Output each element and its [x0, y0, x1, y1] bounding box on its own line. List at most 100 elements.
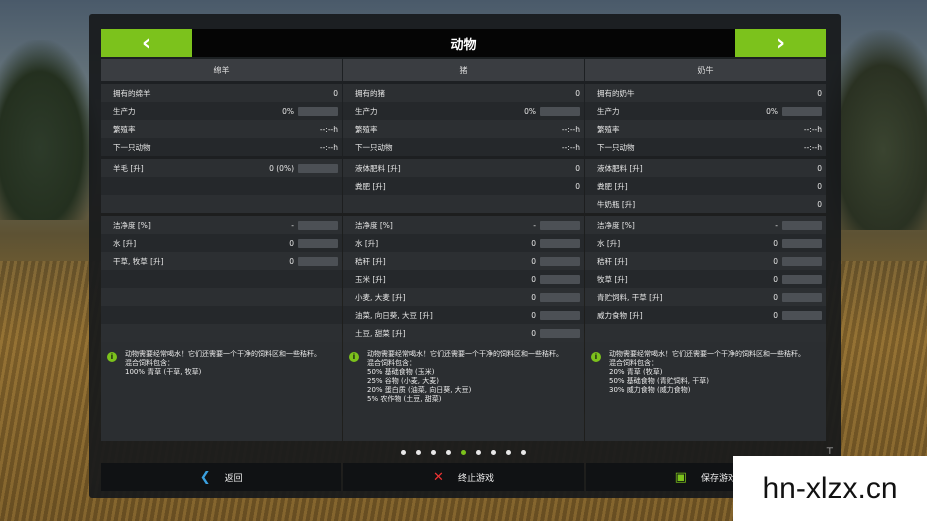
stat-value: 0 [773, 274, 778, 284]
stat-value: - [291, 220, 294, 230]
stat-label: 玉米 [升] [355, 274, 386, 284]
level-bar [540, 292, 580, 302]
stat-value: 0 [289, 256, 294, 266]
stat-row: 生产力 0% [101, 102, 342, 120]
feed-info-text: 动物需要经常喝水！它们还需要一个干净的饲料区和一些秸秆。 混合饲料包含： 100… [125, 350, 321, 376]
stat-label: 下一只动物 [597, 142, 635, 152]
stats-block: 拥有的绵羊 0 生产力 0% 繁殖率 --:--h 下一只动物 --:--h [101, 84, 342, 156]
stat-row: 粪肥 [升] 0 [585, 177, 826, 195]
level-bar [540, 106, 580, 116]
empty-row [343, 195, 584, 213]
stat-value: 0% [282, 106, 294, 116]
level-bar [782, 292, 822, 302]
empty-row [585, 324, 826, 342]
background-trees-left [0, 40, 100, 220]
stat-row: 玉米 [升] 0 [343, 270, 584, 288]
level-bar [298, 106, 338, 116]
stat-row: 下一只动物 --:--h [101, 138, 342, 156]
page-dot[interactable] [461, 449, 466, 455]
animal-column: 猪拥有的猪 0 生产力 0% 繁殖率 --:--h 下一只动物 --:--h 液体肥料 [升] 0… [343, 59, 584, 441]
stat-row: 繁殖率 --:--h [343, 120, 584, 138]
stat-value: 0 [531, 310, 536, 320]
feed-info-text: 动物需要经常喝水！它们还需要一个干净的饲料区和一些秸秆。 混合饲料包含： 20%… [609, 350, 805, 394]
page-dot[interactable] [401, 449, 406, 455]
stat-label: 生产力 [113, 106, 136, 116]
stat-row: 液体肥料 [升] 0 [585, 159, 826, 177]
stat-row: 拥有的猪 0 [343, 84, 584, 102]
level-bar [540, 274, 580, 284]
info-icon: i [107, 352, 117, 362]
level-bar [782, 310, 822, 320]
quit-game-button[interactable]: ✕ 终止游戏 [343, 463, 584, 491]
page-dot[interactable] [491, 449, 496, 455]
stat-value: 0 (0%) [269, 163, 294, 173]
stat-value: 0 [575, 88, 580, 98]
stat-value: 0% [524, 106, 536, 116]
prev-page-button[interactable]: ‹ [101, 29, 192, 57]
stat-label: 威力食物 [升] [597, 310, 643, 320]
stat-label: 粪肥 [升] [355, 181, 386, 191]
stat-label: 拥有的奶牛 [597, 88, 635, 98]
stat-value: 0 [531, 292, 536, 302]
page-dot[interactable] [416, 449, 421, 455]
level-bar [540, 328, 580, 338]
page-title: 动物 [450, 37, 477, 53]
stat-value: - [775, 220, 778, 230]
page-indicator [101, 445, 826, 459]
stat-label: 洁净度 [%] [355, 220, 393, 230]
stat-row: 小麦, 大麦 [升] 0 [343, 288, 584, 306]
stat-label: 洁净度 [%] [113, 220, 151, 230]
level-bar [540, 310, 580, 320]
empty-row [101, 195, 342, 213]
header-bar: ‹ 动物 › [101, 29, 826, 57]
stat-label: 干草, 牧草 [升] [113, 256, 164, 266]
stat-row: 繁殖率 --:--h [101, 120, 342, 138]
feed-info-box: i 动物需要经常喝水！它们还需要一个干净的饲料区和一些秸秆。 混合饲料包含： 10… [101, 342, 342, 441]
products-block: 液体肥料 [升] 0 粪肥 [升] 0 [343, 159, 584, 213]
stat-label: 下一只动物 [113, 142, 151, 152]
stat-label: 洁净度 [%] [597, 220, 635, 230]
back-button[interactable]: ❮ 返回 [101, 463, 342, 491]
info-icon: i [349, 352, 359, 362]
page-dot[interactable] [521, 449, 526, 455]
stat-value: 0 [531, 328, 536, 338]
feed-info-box: i 动物需要经常喝水！它们还需要一个干净的饲料区和一些秸秆。 混合饲料包含： 50… [343, 342, 584, 441]
quit-label: 终止游戏 [457, 473, 494, 484]
stat-row: 洁净度 [%] - [101, 216, 342, 234]
stat-value: 0 [817, 199, 822, 209]
stat-label: 秸秆 [升] [355, 256, 386, 266]
level-bar [298, 220, 338, 230]
stat-row: 羊毛 [升] 0 (0%) [101, 159, 342, 177]
inputs-block: 洁净度 [%] - 水 [升] 0 秸秆 [升] 0 牧草 [升] 0 青贮饲料, 干草 [升]… [585, 216, 826, 342]
level-bar [298, 256, 338, 266]
products-block: 羊毛 [升] 0 (0%) [101, 159, 342, 213]
stat-label: 牧草 [升] [597, 274, 628, 284]
page-dot[interactable] [506, 449, 511, 455]
next-page-button[interactable]: › [735, 29, 826, 57]
stat-row: 秸秆 [升] 0 [343, 252, 584, 270]
stat-label: 粪肥 [升] [597, 181, 628, 191]
stat-label: 秸秆 [升] [597, 256, 628, 266]
stat-row: 牧草 [升] 0 [585, 270, 826, 288]
stat-label: 液体肥料 [升] [597, 163, 643, 173]
stat-label: 水 [升] [597, 238, 621, 248]
inputs-block: 洁净度 [%] - 水 [升] 0 秸秆 [升] 0 玉米 [升] 0 小麦, 大麦 [升] 0 油… [343, 216, 584, 342]
stat-label: 油菜, 向日葵, 大豆 [升] [355, 310, 433, 320]
stat-row: 繁殖率 --:--h [585, 120, 826, 138]
stat-value: --:--h [319, 142, 338, 152]
page-dot[interactable] [446, 449, 451, 455]
page-dot[interactable] [476, 449, 481, 455]
back-arrow-icon: ❮ [199, 469, 211, 485]
stat-value: --:--h [803, 142, 822, 152]
stat-label: 土豆, 甜菜 [升] [355, 328, 406, 338]
stat-row: 拥有的绵羊 0 [101, 84, 342, 102]
stat-label: 牛奶瓶 [升] [597, 199, 636, 209]
page-dot[interactable] [431, 449, 436, 455]
empty-row [101, 177, 342, 195]
back-label: 返回 [224, 473, 243, 484]
stat-value: 0 [817, 181, 822, 191]
stat-value: 0 [575, 181, 580, 191]
stat-value: 0 [289, 238, 294, 248]
inputs-block: 洁净度 [%] - 水 [升] 0 干草, 牧草 [升] 0 [101, 216, 342, 342]
stat-row: 拥有的奶牛 0 [585, 84, 826, 102]
